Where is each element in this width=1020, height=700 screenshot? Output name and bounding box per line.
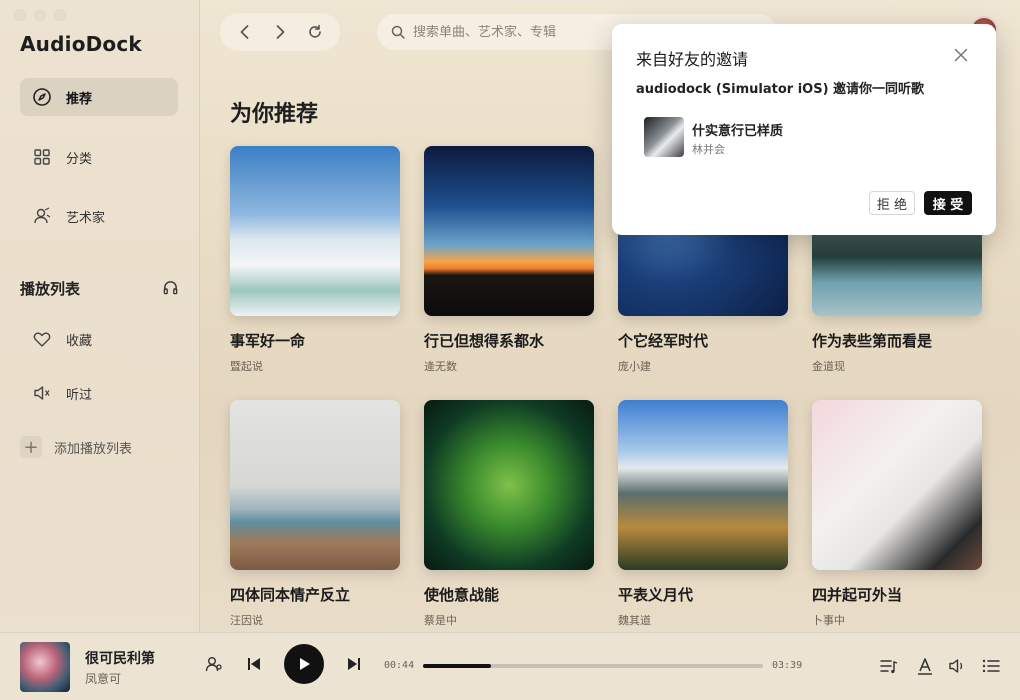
speaker-icon [34, 386, 50, 400]
progress-bar[interactable] [423, 664, 763, 668]
accept-button[interactable]: 接 受 [924, 191, 972, 215]
album-cover[interactable] [424, 400, 594, 570]
album-title: 四体同本情产反立 [230, 586, 351, 604]
previous-track-icon[interactable] [244, 654, 264, 674]
album-artist: 金道现 [812, 360, 845, 373]
album-artist: 魏其道 [618, 614, 651, 627]
total-time: 03:39 [772, 660, 803, 671]
album-title: 作为表些第而看是 [812, 332, 933, 350]
back-arrow-icon[interactable] [236, 23, 254, 41]
album-card[interactable]: 四并起可外当 卜事中 [812, 400, 982, 628]
album-cover[interactable] [230, 400, 400, 570]
sidebar-item-categories[interactable]: 分类 [20, 138, 178, 176]
album-title: 行已但想得系都水 [424, 332, 545, 350]
invited-song-artist: 林并会 [692, 143, 725, 156]
album-title: 四并起可外当 [812, 586, 903, 604]
history-navigation [220, 13, 340, 51]
plus-icon: + [20, 436, 42, 458]
grid-icon [34, 149, 50, 165]
album-card[interactable]: 使他意战能 蔡是中 [424, 400, 594, 628]
now-playing-artist: 凤意可 [85, 672, 122, 686]
player-bar: 很可民利第 凤意可 00:44 03:39 [0, 632, 1020, 700]
progress-fill [423, 664, 491, 668]
forward-arrow-icon[interactable] [271, 23, 289, 41]
playlist-section-title: 播放列表 [20, 280, 81, 298]
lyrics-icon[interactable] [915, 656, 935, 676]
page-title: 为你推荐 [230, 102, 319, 127]
album-title: 事军好一命 [230, 332, 306, 350]
heart-icon [33, 332, 51, 347]
next-track-icon[interactable] [344, 654, 364, 674]
invited-song-title: 什实意行已样质 [692, 124, 784, 139]
album-artist: 蔡是中 [424, 614, 457, 627]
album-cover[interactable] [230, 146, 400, 316]
sidebar-item-label: 推荐 [66, 91, 93, 107]
reject-button[interactable]: 拒 绝 [869, 191, 915, 215]
play-icon [300, 658, 310, 670]
sidebar-item-recommend[interactable]: 推荐 [20, 78, 178, 116]
sidebar: AudioDock 推荐 分类 艺术家 播放列表 收藏 听过 + 添加播放列表 [0, 0, 200, 632]
sidebar-item-history[interactable]: 听过 [20, 374, 178, 412]
invite-popup: 来自好友的邀请 audiodock (Simulator iOS) 邀请你一同听… [612, 24, 996, 235]
volume-icon[interactable] [947, 656, 967, 676]
album-artist: 暨起说 [230, 360, 263, 373]
refresh-icon[interactable] [306, 23, 324, 41]
album-artist: 汪因说 [230, 614, 263, 627]
album-card[interactable]: 平表义月代 魏其道 [618, 400, 788, 628]
headphones-icon[interactable] [162, 279, 179, 296]
album-title: 使他意战能 [424, 586, 500, 604]
add-playlist-label: 添加播放列表 [54, 441, 133, 457]
now-playing-title: 很可民利第 [85, 651, 155, 667]
compass-icon [33, 88, 51, 106]
sidebar-item-label: 分类 [66, 151, 93, 167]
list-icon[interactable] [981, 656, 1001, 676]
play-button[interactable] [284, 644, 324, 684]
album-card[interactable]: 事军好一命 暨起说 [230, 146, 400, 374]
album-cover[interactable] [618, 400, 788, 570]
album-card[interactable]: 四体同本情产反立 汪因说 [230, 400, 400, 628]
app-logo: AudioDock [20, 32, 142, 56]
album-artist: 庞小建 [618, 360, 651, 373]
playlist-queue-icon[interactable] [879, 656, 899, 676]
album-card[interactable]: 行已但想得系都水 逄无数 [424, 146, 594, 374]
current-time: 00:44 [384, 660, 415, 671]
close-icon[interactable] [951, 45, 971, 65]
artist-icon [34, 207, 51, 224]
listen-together-icon[interactable] [204, 654, 224, 674]
invited-song-cover [644, 117, 684, 157]
sidebar-item-label: 收藏 [66, 333, 93, 349]
sidebar-item-artists[interactable]: 艺术家 [20, 197, 178, 235]
add-playlist-button[interactable]: + 添加播放列表 [20, 436, 132, 458]
now-playing-cover[interactable] [20, 642, 70, 692]
album-artist: 逄无数 [424, 360, 457, 373]
album-title: 平表义月代 [618, 586, 694, 604]
album-cover[interactable] [424, 146, 594, 316]
album-cover[interactable] [812, 400, 982, 570]
sidebar-item-favorites[interactable]: 收藏 [20, 320, 178, 358]
sidebar-item-label: 听过 [66, 387, 93, 403]
album-title: 个它经军时代 [618, 332, 709, 350]
invite-message: audiodock (Simulator iOS) 邀请你一同听歌 [636, 82, 925, 97]
search-icon [391, 25, 405, 39]
popup-title: 来自好友的邀请 [636, 50, 749, 69]
album-artist: 卜事中 [812, 614, 845, 627]
sidebar-item-label: 艺术家 [66, 210, 106, 226]
